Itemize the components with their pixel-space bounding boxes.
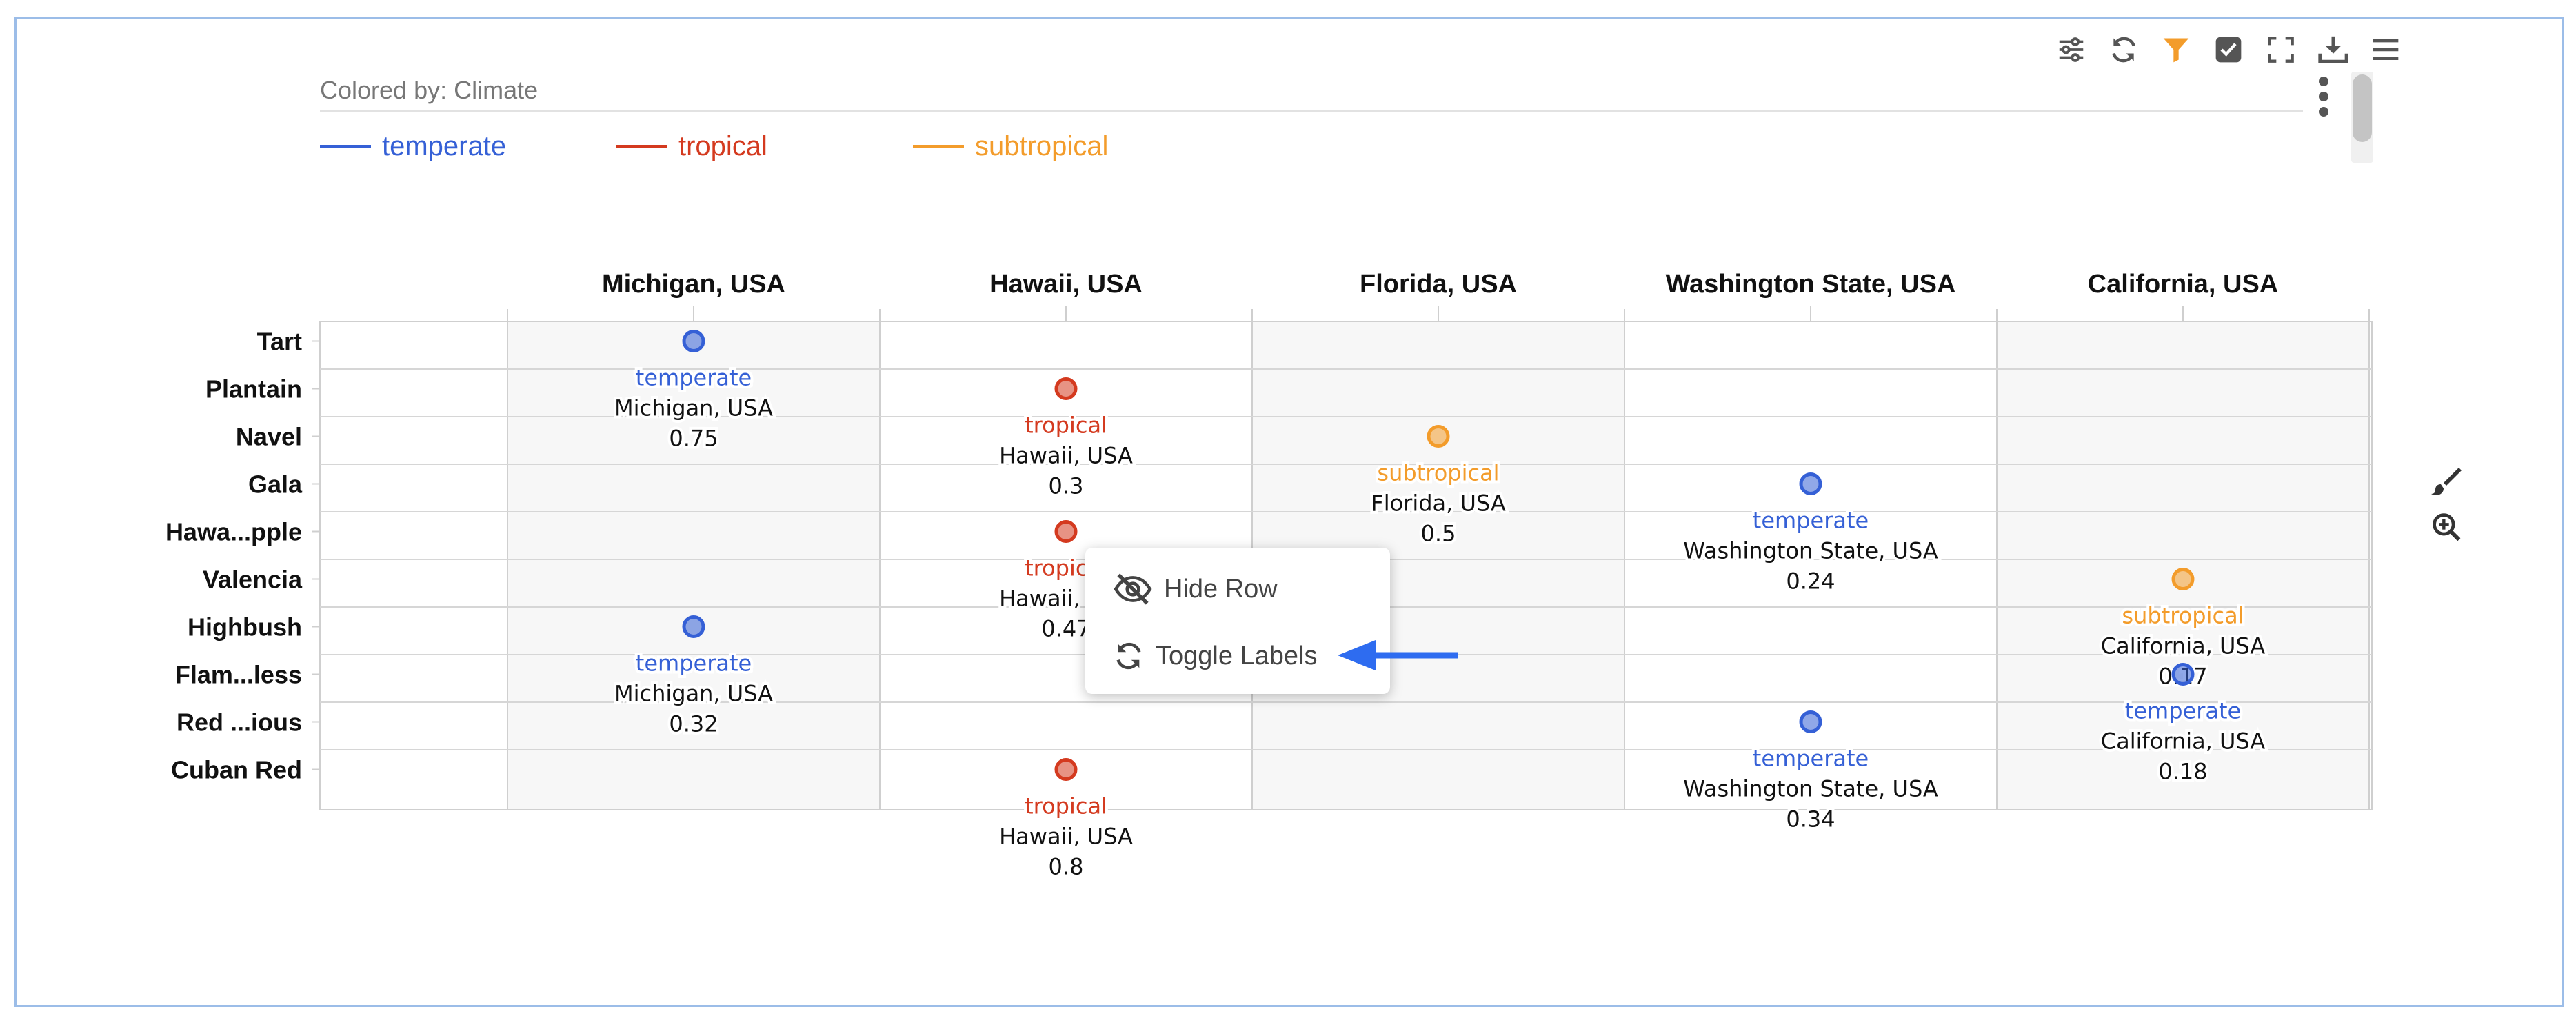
- data-label: 0.75: [669, 426, 718, 452]
- scatter-chart: Michigan, USA Hawaii, USA Florida, USA Wash…: [165, 270, 2373, 883]
- data-point: [2171, 568, 2195, 590]
- row-label: Valencia: [203, 566, 303, 594]
- data-label: temperate: [2125, 698, 2241, 724]
- eye-slash-icon: [1114, 573, 1152, 605]
- data-label: 0.32: [669, 711, 718, 737]
- data-label: 0.5: [1421, 521, 1456, 547]
- row-label: Flam...less: [175, 661, 302, 689]
- row-label: Red ...ious: [177, 708, 302, 737]
- data-point: [1054, 377, 1078, 400]
- data-label: California, USA: [2101, 728, 2266, 755]
- data-label: 0.34: [1786, 806, 1835, 833]
- row-label: Tart: [257, 328, 302, 356]
- data-label: 0.8: [1049, 854, 1084, 880]
- data-point: [1054, 758, 1078, 781]
- data-label: California, USA: [2101, 633, 2266, 659]
- row-label: Navel: [236, 423, 302, 451]
- data-label: 0.47: [1041, 616, 1090, 642]
- data-label: Michigan, USA: [614, 395, 773, 421]
- data-label: Michigan, USA: [614, 681, 773, 707]
- row-label: Gala: [248, 470, 303, 499]
- data-label: temperate: [636, 650, 752, 677]
- side-tools: [2428, 464, 2464, 545]
- data-label: temperate: [1753, 746, 1869, 772]
- refresh-icon: [1116, 642, 1141, 670]
- data-point: [1799, 472, 1822, 495]
- data-label: Hawaii, USA: [999, 443, 1133, 469]
- data-label: Washington State, USA: [1683, 538, 1938, 564]
- column-header: Florida, USA: [1360, 270, 1517, 299]
- toggle-labels-label: Toggle Labels: [1156, 641, 1318, 670]
- data-label: subtropical: [2122, 603, 2244, 629]
- row-label: Cuban Red: [171, 756, 302, 784]
- column-header: California, USA: [2088, 270, 2279, 299]
- zoom-in-icon[interactable]: [2428, 509, 2464, 545]
- data-point: [682, 615, 705, 638]
- hide-row-label: Hide Row: [1164, 574, 1278, 604]
- brush-icon[interactable]: [2428, 464, 2464, 499]
- data-label: temperate: [1753, 508, 1869, 534]
- data-label: temperate: [636, 365, 752, 391]
- pointer-arrow: [1338, 640, 1458, 670]
- data-label: Hawaii, USA: [999, 824, 1133, 850]
- data-label: 0.18: [2158, 759, 2207, 785]
- data-point: [682, 330, 705, 352]
- column-header: Washington State, USA: [1666, 270, 1956, 299]
- data-label: 0.24: [1786, 568, 1835, 595]
- data-label: subtropical: [1377, 460, 1499, 486]
- data-point: [1427, 425, 1450, 448]
- hide-row-item[interactable]: Hide Row: [1113, 573, 1278, 606]
- row-label: Hawa...pple: [165, 518, 302, 546]
- column-header: Hawaii, USA: [989, 270, 1143, 299]
- data-label: Washington State, USA: [1683, 776, 1938, 802]
- data-point: [1054, 520, 1078, 543]
- row-label: Plantain: [205, 375, 302, 404]
- data-point: [2171, 663, 2195, 686]
- toggle-labels-item[interactable]: Toggle Labels: [1113, 640, 1318, 672]
- data-label: Florida, USA: [1371, 490, 1506, 517]
- data-label: tropical: [1025, 793, 1107, 819]
- data-point: [1799, 710, 1822, 733]
- column-header: Michigan, USA: [602, 270, 785, 299]
- row-label: Highbush: [188, 613, 302, 641]
- data-label: tropical: [1025, 412, 1107, 439]
- data-label: 0.3: [1049, 473, 1084, 499]
